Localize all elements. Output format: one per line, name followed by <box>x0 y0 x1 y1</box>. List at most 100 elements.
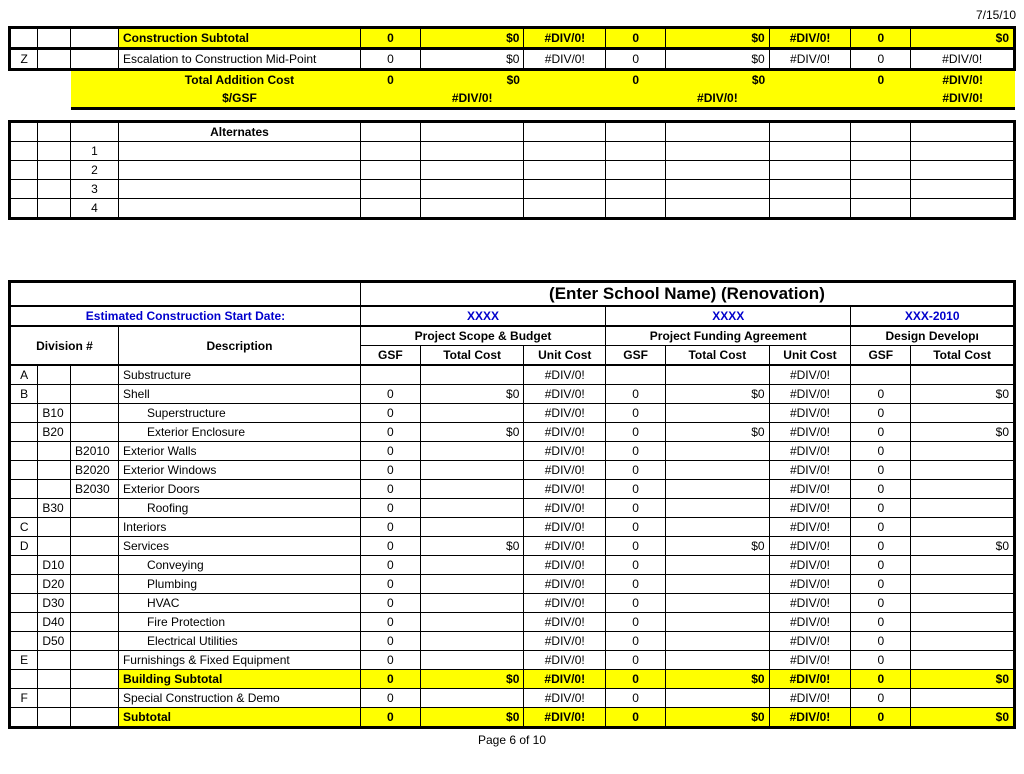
label: Construction Subtotal <box>118 28 360 49</box>
div-code-3: B2020 <box>71 461 119 480</box>
uc-2: #DIV/0! <box>769 461 851 480</box>
div-code-3 <box>71 613 119 632</box>
tc-3: $0 <box>911 537 1015 556</box>
div-code-2: D50 <box>38 632 71 651</box>
table-row: B2030Exterior Doors0#DIV/0!0#DIV/0!0 <box>10 480 1015 499</box>
gsf-2: 0 <box>606 385 666 404</box>
gsf-3: 0 <box>851 70 911 90</box>
tc-1 <box>420 404 524 423</box>
gsf-2: 0 <box>606 49 666 70</box>
div-code-1: A <box>10 365 38 385</box>
uc-2: #DIV/0! <box>769 518 851 537</box>
gsf-1 <box>360 365 420 385</box>
school-title: (Enter School Name) (Renovation) <box>360 282 1014 307</box>
tc-3: $0 <box>911 708 1015 728</box>
uc-1: #DIV/0! <box>524 385 606 404</box>
uc-2: #DIV/0! <box>769 632 851 651</box>
tc-1 <box>420 442 524 461</box>
uc-3: #DIV/0! <box>911 89 1015 109</box>
gsf-1: 0 <box>360 670 420 689</box>
description: Exterior Enclosure <box>118 423 360 442</box>
div-code-3 <box>71 518 119 537</box>
uc-1: #DIV/0! <box>524 28 606 49</box>
uc-2: #DIV/0! <box>769 537 851 556</box>
gsf-3: 0 <box>851 537 911 556</box>
gsf-2: 0 <box>606 28 666 49</box>
gsf-1: 0 <box>360 613 420 632</box>
div-code-3 <box>71 575 119 594</box>
gsf-3: 0 <box>851 613 911 632</box>
tc-1 <box>420 594 524 613</box>
uc-1: #DIV/0! <box>524 480 606 499</box>
tc-3: $0 <box>911 423 1015 442</box>
gsf-2: 0 <box>606 632 666 651</box>
table-row: D30HVAC0#DIV/0!0#DIV/0!0 <box>10 594 1015 613</box>
hdr-scope: Project Scope & Budget <box>360 326 605 346</box>
gsf-2: 0 <box>606 613 666 632</box>
uc-2: #DIV/0! <box>769 480 851 499</box>
div-code-1: B <box>10 385 38 404</box>
tc-3 <box>911 651 1015 670</box>
uc-1: #DIV/0! <box>524 537 606 556</box>
uc-1: #DIV/0! <box>524 442 606 461</box>
tc-3: #DIV/0! <box>911 70 1015 90</box>
description: Exterior Walls <box>118 442 360 461</box>
div-code-1 <box>10 461 38 480</box>
tc-1: $0 <box>420 49 524 70</box>
gsf-2: 0 <box>606 556 666 575</box>
div-code-2 <box>38 442 71 461</box>
tc-1: $0 <box>420 385 524 404</box>
tc-2 <box>666 556 770 575</box>
gsf-1: 0 <box>360 556 420 575</box>
gsf-3: 0 <box>851 651 911 670</box>
div-code-2: D30 <box>38 594 71 613</box>
tc-2: $0 <box>666 49 770 70</box>
tc-2: $0 <box>666 537 770 556</box>
gsf-3: 0 <box>851 689 911 708</box>
tc-2: $0 <box>666 385 770 404</box>
uc-1: #DIV/0! <box>524 499 606 518</box>
gsf-2: 0 <box>606 651 666 670</box>
gsf-1: 0 <box>360 28 420 49</box>
tc-3 <box>911 632 1015 651</box>
code: Z <box>10 49 38 70</box>
gsf-1: 0 <box>360 49 420 70</box>
hdr-totalcost-3: Total Cost <box>911 346 1015 366</box>
div-code-2 <box>38 461 71 480</box>
uc-1: #DIV/0! <box>524 49 606 70</box>
label: Escalation to Construction Mid-Point <box>118 49 360 70</box>
gsf-3: 0 <box>851 49 911 70</box>
tc-1: $0 <box>420 537 524 556</box>
uc-2: #DIV/0! <box>769 49 851 70</box>
div-code-3 <box>71 556 119 575</box>
description: Plumbing <box>118 575 360 594</box>
row-total-addition: Total Addition Cost 0 $0 0 $0 0 #DIV/0! <box>10 70 1015 90</box>
tc-1 <box>420 518 524 537</box>
div-code-1 <box>10 613 38 632</box>
gsf-3: 0 <box>851 670 911 689</box>
uc-1: #DIV/0! <box>524 423 606 442</box>
row-escalation: Z Escalation to Construction Mid-Point 0… <box>10 49 1015 70</box>
uc-2: #DIV/0! <box>769 670 851 689</box>
description: Electrical Utilities <box>118 632 360 651</box>
hdr-gsf-2: GSF <box>606 346 666 366</box>
tc-2 <box>666 518 770 537</box>
phase-3: XXX-2010 <box>851 306 1015 326</box>
row-building-subtotal: Building Subtotal 0 $0 #DIV/0! 0 $0 #DIV… <box>10 670 1015 689</box>
row-special-construction: F Special Construction & Demo 0 #DIV/0! … <box>10 689 1015 708</box>
gsf-3: 0 <box>851 461 911 480</box>
gsf-1: 0 <box>360 651 420 670</box>
tc-3: $0 <box>911 670 1015 689</box>
gsf-2: 0 <box>606 689 666 708</box>
uc-2: #DIV/0! <box>769 365 851 385</box>
description: Services <box>118 537 360 556</box>
div-code-2 <box>38 480 71 499</box>
div-code-3: B2010 <box>71 442 119 461</box>
tc-3 <box>911 689 1015 708</box>
div-code-1 <box>10 480 38 499</box>
gsf-3: 0 <box>851 480 911 499</box>
alternate-row: 3 <box>10 180 1015 199</box>
table-row: CInteriors0#DIV/0!0#DIV/0!0 <box>10 518 1015 537</box>
gsf-3: 0 <box>851 708 911 728</box>
alternates-table: Alternates 1234 <box>8 120 1016 220</box>
